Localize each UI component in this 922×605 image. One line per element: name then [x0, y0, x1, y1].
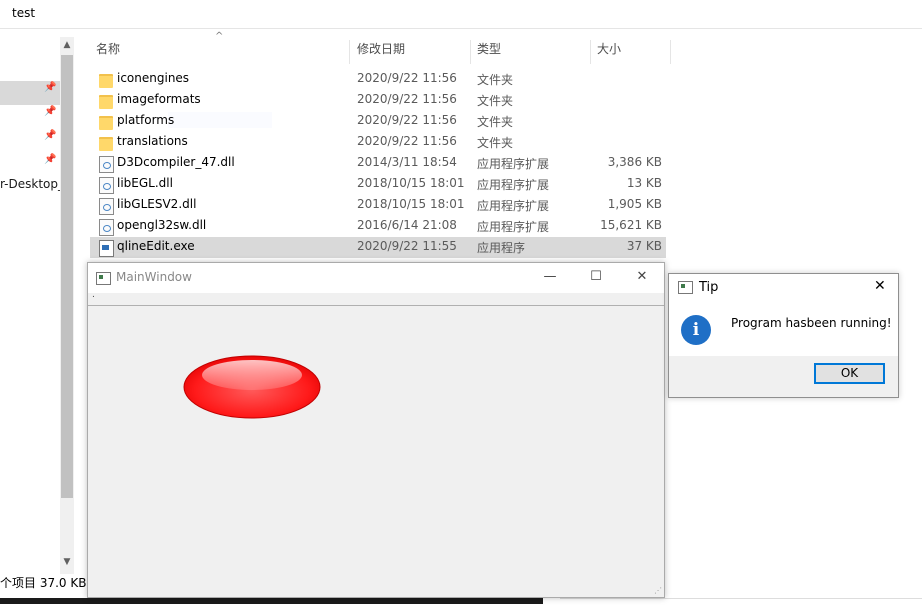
maximize-icon[interactable]: ☐: [586, 269, 606, 287]
status-bar-text: 个项目 37.0 KB: [0, 576, 87, 590]
tip-message: Program hasbeen running!: [731, 316, 892, 330]
file-date: 2018/10/15 18:01: [357, 176, 465, 190]
file-name: qlineEdit.exe: [117, 239, 195, 253]
folder-icon: [99, 95, 113, 109]
minimize-icon[interactable]: —: [540, 269, 560, 287]
file-type: 文件夹: [477, 136, 514, 150]
dll-file-icon: [99, 156, 114, 173]
file-date: 2018/10/15 18:01: [357, 197, 465, 211]
app-window-icon: [96, 272, 111, 285]
column-header-type[interactable]: 类型: [471, 40, 591, 64]
tip-title: Tip: [699, 280, 719, 295]
file-size: 13 KB: [626, 176, 662, 190]
file-size: 37 KB: [626, 239, 662, 253]
nav-item-desktop[interactable]: r-Desktop_: [0, 177, 60, 191]
app-window-icon: [678, 281, 693, 294]
file-name: libEGL.dll: [117, 176, 173, 190]
file-row[interactable]: platforms 2020/9/22 11:56 文件夹: [90, 111, 666, 132]
file-row[interactable]: libGLESV2.dll 2018/10/15 18:01 应用程序扩展 1,…: [90, 195, 666, 216]
explorer-titlebar: test: [0, 0, 922, 29]
scroll-up-icon[interactable]: ▲: [60, 37, 74, 53]
file-date: 2020/9/22 11:56: [357, 113, 457, 127]
column-header-name[interactable]: 名称: [90, 40, 350, 64]
file-name: translations: [117, 134, 188, 148]
dll-file-icon: [99, 177, 114, 194]
file-type: 文件夹: [477, 115, 514, 129]
pin-icon[interactable]: 📌: [44, 106, 56, 118]
exe-file-icon: [99, 240, 114, 257]
info-icon: i: [681, 315, 711, 345]
file-row[interactable]: imageformats 2020/9/22 11:56 文件夹: [90, 90, 666, 111]
file-type: 文件夹: [477, 73, 514, 87]
dll-file-icon: [99, 198, 114, 215]
resize-grip-icon[interactable]: ⋰: [654, 586, 662, 595]
main-window: MainWindow — ☐ ✕ . ⋰: [87, 262, 665, 598]
file-type: 文件夹: [477, 94, 514, 108]
pin-icon[interactable]: 📌: [44, 130, 56, 142]
file-row[interactable]: iconengines 2020/9/22 11:56 文件夹: [90, 69, 666, 90]
file-date: 2014/3/11 18:54: [357, 155, 457, 169]
file-date: 2016/6/14 21:08: [357, 218, 457, 232]
file-row[interactable]: opengl32sw.dll 2016/6/14 21:08 应用程序扩展 15…: [90, 216, 666, 237]
tip-titlebar[interactable]: Tip ✕: [669, 274, 898, 302]
column-header-size[interactable]: 大小: [591, 40, 671, 64]
folder-icon: [99, 116, 113, 130]
dll-file-icon: [99, 219, 114, 236]
red-ellipse-button[interactable]: [183, 355, 321, 419]
file-size: 3,386 KB: [607, 155, 662, 169]
pin-icon[interactable]: 📌: [44, 154, 56, 166]
file-type: 应用程序扩展: [477, 157, 550, 171]
file-date: 2020/9/22 11:56: [357, 92, 457, 106]
column-header-date[interactable]: 修改日期: [351, 40, 471, 64]
file-name: platforms: [117, 113, 175, 127]
file-date: 2020/9/22 11:56: [357, 134, 457, 148]
file-row[interactable]: libEGL.dll 2018/10/15 18:01 应用程序扩展 13 KB: [90, 174, 666, 195]
folder-icon: [99, 137, 113, 151]
file-size: 15,621 KB: [600, 218, 662, 232]
menu-bar[interactable]: [88, 293, 664, 306]
taskbar-strip: [0, 598, 543, 604]
main-window-titlebar[interactable]: MainWindow — ☐ ✕: [88, 263, 664, 293]
navigation-pane: 📌 📌 📌 📌 r-Desktop_: [0, 29, 60, 574]
file-name: opengl32sw.dll: [117, 218, 207, 232]
ok-button[interactable]: OK: [814, 363, 885, 384]
explorer-title: test: [12, 6, 36, 20]
main-window-title: MainWindow: [116, 270, 192, 284]
file-row[interactable]: D3Dcompiler_47.dll 2014/3/11 18:54 应用程序扩…: [90, 153, 666, 174]
close-icon[interactable]: ✕: [632, 269, 652, 287]
close-icon[interactable]: ✕: [874, 278, 886, 294]
file-type: 应用程序: [477, 241, 526, 255]
file-type: 应用程序扩展: [477, 199, 550, 213]
file-type: 应用程序扩展: [477, 220, 550, 234]
file-type: 应用程序扩展: [477, 178, 550, 192]
file-date: 2020/9/22 11:55: [357, 239, 457, 253]
file-name: D3Dcompiler_47.dll: [117, 155, 235, 169]
scroll-down-icon[interactable]: ▼: [60, 554, 74, 570]
tip-dialog: Tip ✕ i Program hasbeen running! OK: [668, 273, 899, 398]
menu-bar-dot: .: [92, 290, 95, 300]
file-size: 1,905 KB: [607, 197, 662, 211]
folder-icon: [99, 74, 113, 88]
file-row[interactable]: translations 2020/9/22 11:56 文件夹: [90, 132, 666, 153]
file-name: imageformats: [117, 92, 201, 106]
scroll-thumb[interactable]: [61, 55, 73, 498]
pin-icon[interactable]: 📌: [44, 82, 56, 94]
file-name: iconengines: [117, 71, 190, 85]
file-row-selected[interactable]: qlineEdit.exe 2020/9/22 11:55 应用程序 37 KB: [90, 237, 666, 258]
file-name: libGLESV2.dll: [117, 197, 197, 211]
file-date: 2020/9/22 11:56: [357, 71, 457, 85]
